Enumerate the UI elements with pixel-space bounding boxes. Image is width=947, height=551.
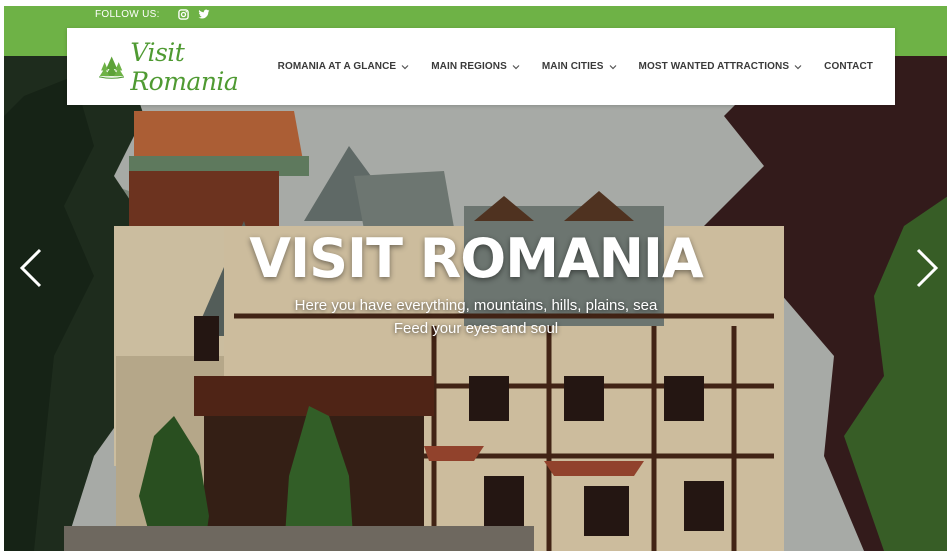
hero-subtitle-line1: Here you have everything, mountains, hil… (294, 297, 658, 314)
twitter-icon[interactable] (198, 8, 210, 20)
chevron-down-icon (512, 64, 520, 69)
chevron-down-icon (794, 64, 802, 69)
hero-slider: VISIT ROMANIA Here you have everything, … (4, 56, 947, 551)
page-frame: FOLLOW US: VISIT ROMANIA Here you have e… (4, 6, 947, 551)
nav-item-label: MOST WANTED ATTRACTIONS (638, 61, 790, 72)
follow-us-label: FOLLOW US: (95, 8, 160, 20)
hero-subtitle-line2: Feed your eyes and soul (393, 320, 559, 337)
nav-item-romania-at-a-glance[interactable]: ROMANIA AT A GLANCE (278, 61, 410, 72)
nav-menu: ROMANIA AT A GLANCE MAIN REGIONS MAIN CI… (278, 61, 895, 72)
site-logo[interactable]: Visit Romania (99, 38, 250, 96)
follow-us: FOLLOW US: (95, 7, 210, 21)
nav-item-label: ROMANIA AT A GLANCE (277, 61, 397, 72)
logo-text: Visit Romania (130, 37, 239, 96)
nav-item-label: MAIN CITIES (541, 61, 604, 72)
pine-trees-icon (99, 55, 125, 79)
instagram-icon[interactable] (178, 8, 190, 20)
nav-item-label: CONTACT (824, 61, 873, 72)
chevron-down-icon (609, 64, 616, 69)
nav-item-most-wanted-attractions[interactable]: MOST WANTED ATTRACTIONS (639, 61, 803, 72)
nav-item-main-regions[interactable]: MAIN REGIONS (431, 61, 520, 72)
nav-item-label: MAIN REGIONS (431, 61, 507, 72)
hero-title: VISIT ROMANIA (249, 227, 704, 290)
main-navbar: Visit Romania ROMANIA AT A GLANCE MAIN R… (67, 28, 895, 105)
nav-item-main-cities[interactable]: MAIN CITIES (542, 61, 617, 72)
chevron-down-icon (401, 64, 409, 69)
nav-item-contact[interactable]: CONTACT (824, 61, 873, 72)
